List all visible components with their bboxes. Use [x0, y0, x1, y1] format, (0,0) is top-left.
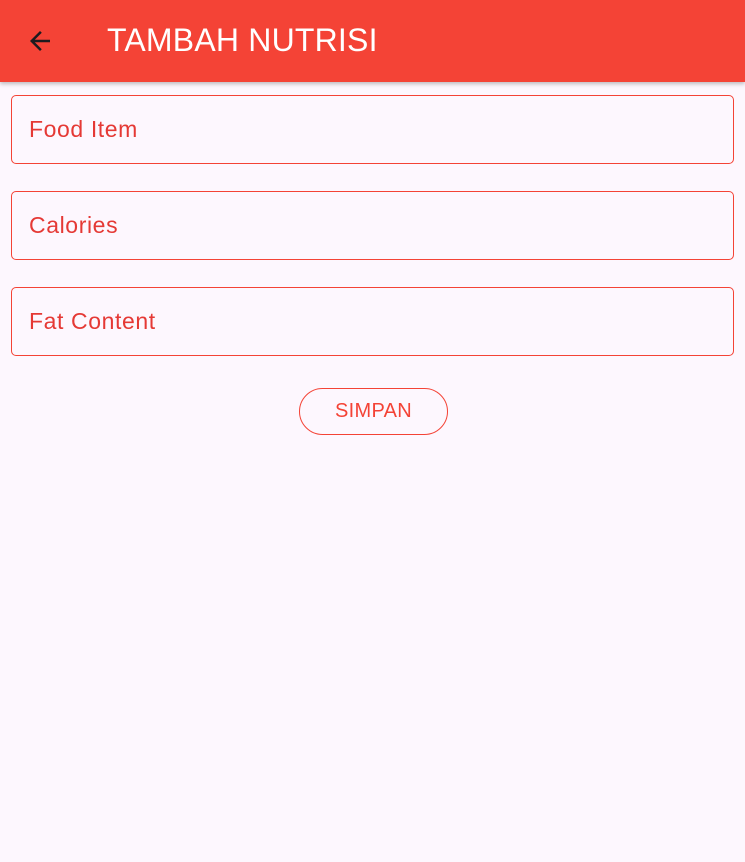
calories-field[interactable]: [11, 191, 734, 260]
arrow-back-icon: [25, 26, 55, 56]
app-bar: TAMBAH NUTRISI: [0, 0, 745, 82]
fat-content-input[interactable]: [12, 288, 733, 355]
page-title: TAMBAH NUTRISI: [107, 22, 378, 58]
back-button[interactable]: [18, 19, 62, 63]
fat-content-field[interactable]: [11, 287, 734, 356]
calories-input[interactable]: [12, 192, 733, 259]
food-item-input[interactable]: [12, 96, 733, 163]
save-button[interactable]: SIMPAN: [299, 388, 448, 435]
food-item-field[interactable]: [11, 95, 734, 164]
